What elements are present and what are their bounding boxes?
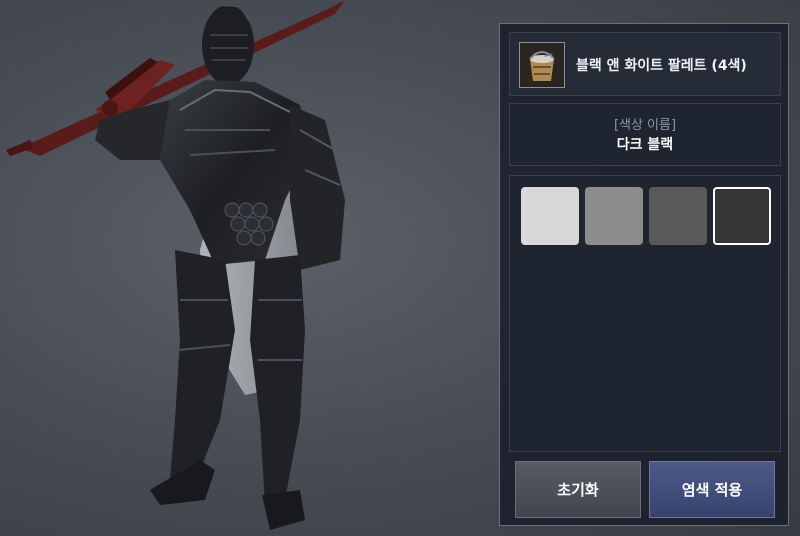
color-name-value: 다크 블랙: [616, 137, 674, 153]
dye-panel: 블랙 앤 화이트 팔레트 (4색) [색상 이름] 다크 블랙 초기화 염색 적…: [499, 23, 789, 526]
armored-knight-model: [6, 0, 345, 530]
item-name: 블랙 앤 화이트 팔레트 (4색): [576, 58, 747, 74]
character-preview[interactable]: [0, 0, 500, 536]
color-swatch-dark-gray[interactable]: [649, 187, 707, 245]
item-header: 블랙 앤 화이트 팔레트 (4색): [509, 32, 781, 96]
color-swatch-gray[interactable]: [585, 187, 643, 245]
swatch-grid: [509, 175, 781, 452]
color-name-label: [색상 이름]: [613, 118, 677, 133]
reset-button-label: 초기화: [557, 481, 599, 499]
apply-dye-button[interactable]: 염색 적용: [649, 461, 775, 518]
apply-dye-button-label: 염색 적용: [681, 481, 743, 499]
helmet: [202, 3, 254, 85]
color-name-box: [색상 이름] 다크 블랙: [509, 103, 781, 166]
reset-button[interactable]: 초기화: [515, 461, 641, 518]
dye-bucket-icon: [519, 42, 565, 88]
color-swatch-dark-black[interactable]: [713, 187, 771, 245]
color-swatch-light-gray[interactable]: [521, 187, 579, 245]
